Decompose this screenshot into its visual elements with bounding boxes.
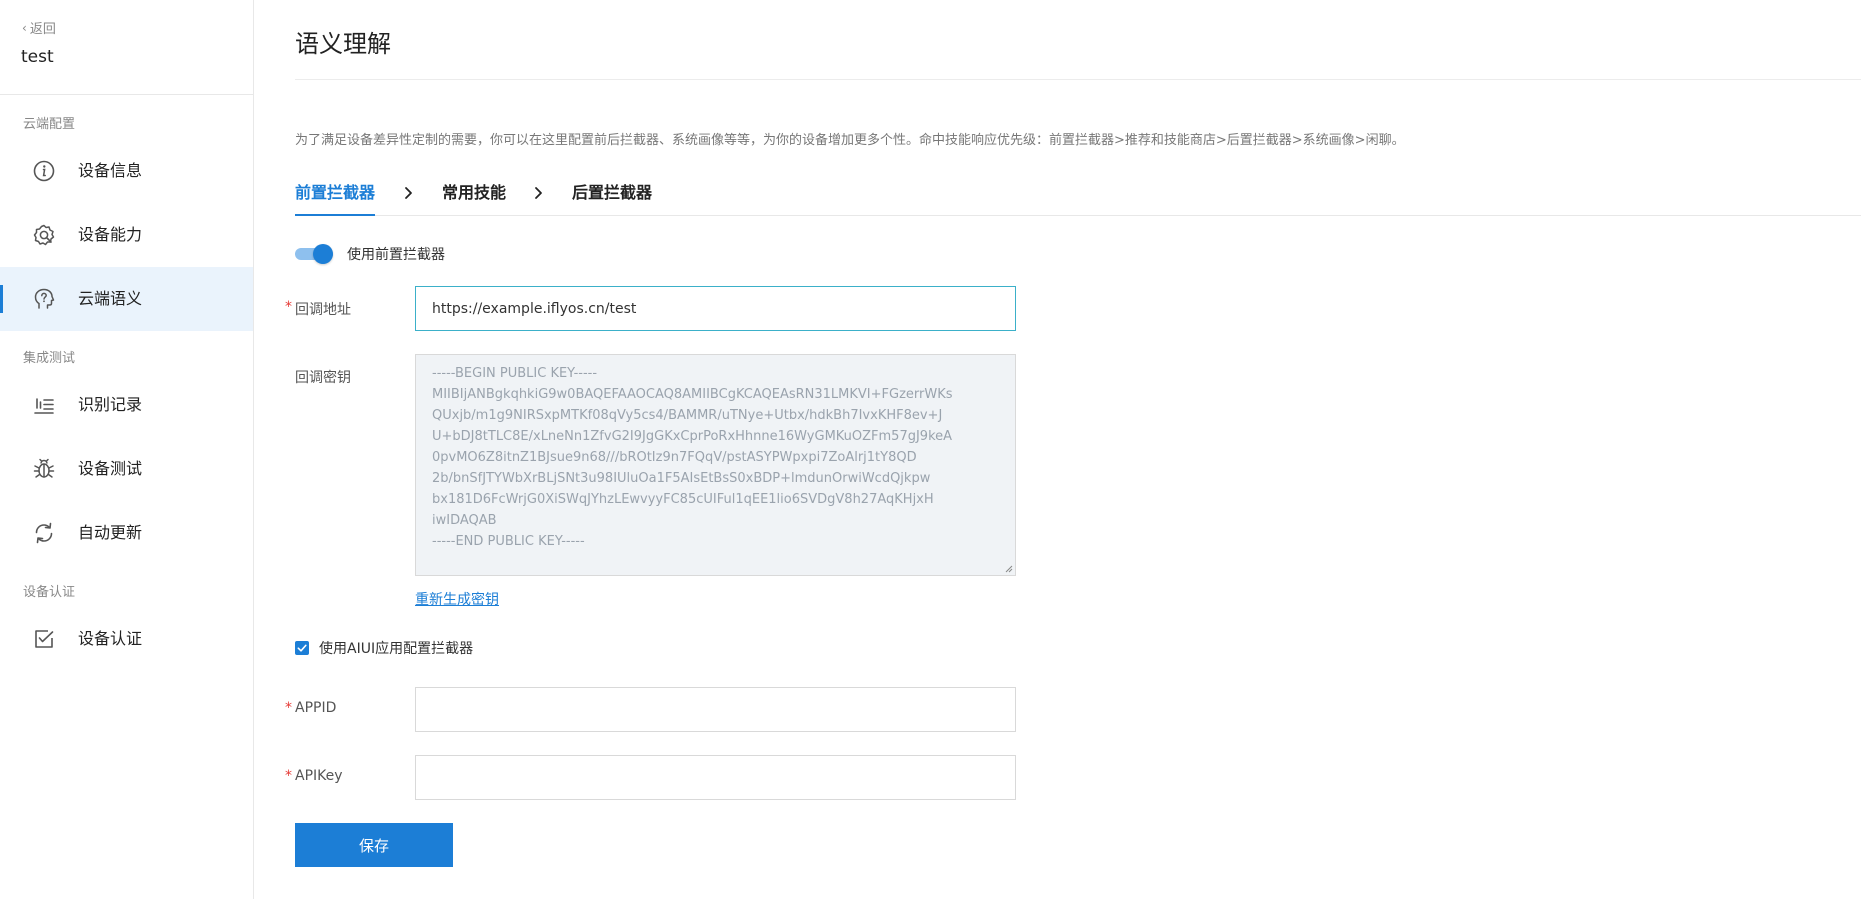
page-title: 语义理解 [295, 30, 391, 58]
group-title-certification: 设备认证 [23, 585, 76, 600]
regenerate-key-link[interactable]: 重新生成密钥 [415, 589, 499, 609]
group-title-integration: 集成测试 [23, 351, 76, 366]
callback-url-label: * 回调地址 [285, 299, 351, 318]
chevron-left-icon: ‹ [22, 20, 27, 35]
chevron-right-icon [533, 184, 545, 202]
secret-key-line: iwIDAQAB [432, 513, 497, 528]
secret-key-line: bx181D6FcWrjG0XiSWqJYhzLEwvyyFC85cUIFul1… [432, 492, 934, 507]
resize-grip-icon[interactable] [1005, 565, 1013, 573]
sidebar-item-label: 设备认证 [78, 629, 143, 648]
appid-input[interactable] [415, 687, 1016, 732]
back-link[interactable]: ‹ 返回 [22, 18, 56, 38]
required-mark: * [285, 299, 292, 315]
required-mark: * [285, 700, 292, 716]
aiui-interceptor-checkbox[interactable] [295, 641, 309, 655]
secret-key-line: -----END PUBLIC KEY----- [432, 534, 585, 549]
main-content: 语义理解 为了满足设备差异性定制的需要，你可以在这里配置前后拦截器、系统画像等等… [254, 0, 1861, 899]
save-button[interactable]: 保存 [295, 823, 453, 867]
device-name: test [21, 47, 54, 67]
appid-label: * APPID [285, 700, 337, 716]
toggle-label: 使用前置拦截器 [347, 247, 445, 263]
semantic-head-icon [32, 287, 56, 311]
secret-key-text: -----BEGIN PUBLIC KEY----- MIIBIjANBgkqhk… [432, 363, 999, 552]
refresh-icon [32, 521, 56, 545]
checkbox-label: 使用AIUI应用配置拦截器 [319, 641, 474, 657]
certificate-check-icon [32, 627, 56, 651]
toggle-knob [313, 244, 333, 264]
sidebar: ‹ 返回 test 云端配置 设备信息 设备能力 云端语义 集成测试 识别记录 … [0, 0, 254, 899]
aiui-interceptor-row: 使用AIUI应用配置拦截器 [295, 638, 473, 658]
check-icon [297, 644, 307, 652]
sidebar-item-label: 云端语义 [78, 289, 143, 308]
pre-interceptor-toggle[interactable] [295, 243, 333, 265]
secret-key-line: 2b/bnSfJTYWbXrBLjSNt3u98IUluOa1F5AIsEtBs… [432, 471, 931, 486]
sidebar-item-device-certification[interactable]: 设备认证 [0, 607, 253, 671]
sidebar-item-recognition-record[interactable]: 识别记录 [0, 373, 253, 437]
tab-bar: 前置拦截器 常用技能 后置拦截器 [295, 180, 1861, 216]
tab-common-skills[interactable]: 常用技能 [442, 180, 506, 216]
group-title-cloud: 云端配置 [23, 117, 76, 132]
secret-key-line: 0pvMO6Z8itnZ1BJsue9n68///bROtIz9n7FQqV/p… [432, 450, 917, 465]
sidebar-item-label: 设备测试 [78, 459, 143, 478]
record-list-icon [32, 393, 56, 417]
title-divider [295, 79, 1861, 80]
sidebar-item-device-test[interactable]: 设备测试 [0, 437, 253, 501]
sidebar-item-label: 自动更新 [78, 523, 143, 542]
callback-url-input[interactable] [415, 286, 1016, 331]
chevron-right-icon [403, 184, 415, 202]
back-label: 返回 [29, 22, 56, 37]
pre-interceptor-toggle-row: 使用前置拦截器 [295, 243, 445, 265]
sidebar-item-cloud-semantic[interactable]: 云端语义 [0, 267, 253, 331]
apikey-input[interactable] [415, 755, 1016, 800]
bug-icon [32, 457, 56, 481]
sidebar-divider [0, 94, 254, 95]
secret-key-line: -----BEGIN PUBLIC KEY----- [432, 366, 598, 381]
secret-key-line: QUxjb/m1g9NIRSxpMTKf08qVy5cs4/BAMMR/uTNy… [432, 408, 943, 423]
info-circle-icon [32, 159, 56, 183]
sidebar-item-device-info[interactable]: 设备信息 [0, 139, 253, 203]
sidebar-item-label: 设备信息 [78, 161, 143, 180]
tab-pre-interceptor[interactable]: 前置拦截器 [295, 180, 376, 216]
tab-post-interceptor[interactable]: 后置拦截器 [572, 180, 652, 216]
page-description: 为了满足设备差异性定制的需要，你可以在这里配置前后拦截器、系统画像等等，为你的设… [295, 133, 1405, 148]
secret-key-line: MIIBIjANBgkqhkiG9w0BAQEFAAOCAQ8AMIIBCgKC… [432, 387, 953, 402]
required-mark: * [285, 768, 292, 784]
sidebar-item-label: 设备能力 [78, 225, 143, 244]
callback-secret-label: 回调密钥 [295, 370, 351, 386]
secret-key-line: U+bDJ8tTLC8E/xLneNn1ZfvG2I9JgGKxCprPoRxH… [432, 429, 953, 444]
sidebar-item-label: 识别记录 [78, 395, 143, 414]
apikey-label: * APIKey [285, 768, 343, 784]
sidebar-item-device-capability[interactable]: 设备能力 [0, 203, 253, 267]
callback-secret-textarea[interactable]: -----BEGIN PUBLIC KEY----- MIIBIjANBgkqhk… [415, 354, 1016, 576]
sidebar-item-auto-update[interactable]: 自动更新 [0, 501, 253, 565]
gear-capability-icon [32, 223, 56, 247]
